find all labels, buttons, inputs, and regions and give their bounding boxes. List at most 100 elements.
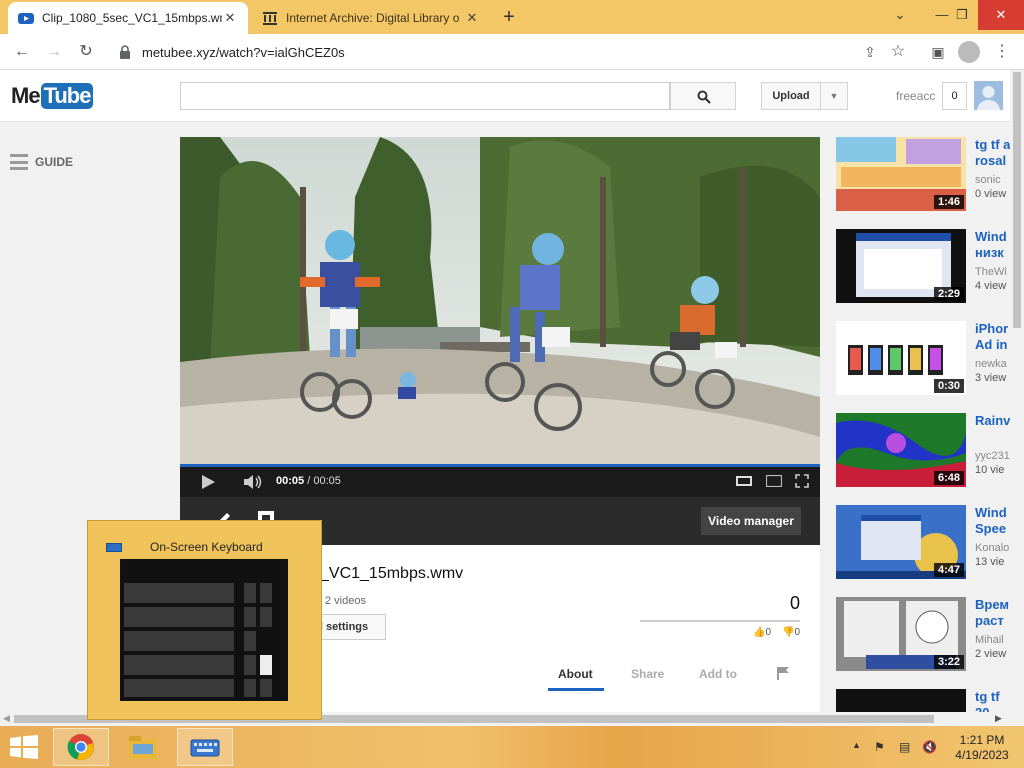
report-flag-icon[interactable]	[776, 666, 790, 680]
reload-icon[interactable]: ↻	[74, 40, 98, 64]
related-video-title[interactable]: tg tf 20	[975, 689, 1010, 712]
video-thumbnail[interactable]	[836, 689, 966, 712]
search-button[interactable]	[670, 82, 736, 110]
related-video-item[interactable]: 6:48 Rainv yyc231 10 vie	[836, 413, 1010, 493]
related-video-item[interactable]: tg tf 20	[836, 689, 1010, 712]
small-player-icon[interactable]	[736, 475, 752, 487]
volume-icon[interactable]	[242, 473, 262, 491]
bookmark-star-icon[interactable]: ☆	[886, 40, 910, 64]
upload-dropdown-chevron-icon[interactable]: ▼	[820, 82, 848, 110]
related-video-title[interactable]: Wind Spee	[975, 505, 1010, 539]
video-manager-button[interactable]: Video manager	[701, 507, 801, 535]
tab-internet-archive[interactable]: Internet Archive: Digital Library o ✕	[252, 2, 490, 34]
close-tab-icon[interactable]: ✕	[464, 10, 480, 26]
video-thumbnail[interactable]: 3:22	[836, 597, 966, 671]
windows-taskbar: ▲ ⚑ ▤ 🔇 1:21 PM 4/19/2023	[0, 726, 1024, 768]
site-header: Me Tube Upload ▼ freeacc 0	[0, 70, 1010, 122]
related-video-views: 0 view	[975, 188, 1007, 200]
upload-button[interactable]: Upload	[761, 82, 821, 110]
related-video-title[interactable]: Rainv	[975, 413, 1010, 447]
video-duration: 3:22	[933, 655, 964, 669]
large-player-icon[interactable]	[766, 475, 782, 487]
search-input[interactable]	[180, 82, 670, 110]
related-video-author[interactable]: newka	[975, 358, 1010, 370]
play-icon[interactable]	[202, 475, 215, 489]
back-arrow-icon[interactable]: ←	[10, 40, 34, 64]
metube-logo[interactable]: Me Tube	[11, 82, 94, 110]
video-thumbnail[interactable]: 4:47	[836, 505, 966, 579]
related-video-author[interactable]: Mihail	[975, 634, 1010, 646]
related-video-views: 13 vie	[975, 556, 1005, 568]
tab-title: Internet Archive: Digital Library o	[286, 11, 460, 25]
show-hidden-icons-chevron-icon[interactable]: ▲	[852, 740, 861, 750]
video-thumbnail[interactable]: 6:48	[836, 413, 966, 487]
username-label[interactable]: freeacc	[896, 89, 935, 103]
action-center-flag-icon[interactable]: ⚑	[874, 740, 885, 754]
video-thumbnail[interactable]: 0:30	[836, 321, 966, 395]
system-clock[interactable]: 1:21 PM 4/19/2023	[950, 733, 1014, 763]
fullscreen-icon[interactable]	[795, 474, 809, 488]
taskbar-chrome-button[interactable]	[53, 728, 109, 766]
related-video-item[interactable]: 0:30 iPhor Ad in newka 3 view	[836, 321, 1010, 401]
network-icon[interactable]: ▤	[899, 740, 910, 754]
guide-menu-button[interactable]: GUIDE	[10, 154, 73, 170]
default-avatar-icon	[977, 86, 1000, 110]
close-tab-icon[interactable]: ✕	[222, 10, 238, 26]
windows-start-icon[interactable]	[10, 735, 38, 759]
volume-muted-icon[interactable]: 🔇	[922, 740, 937, 754]
related-video-author[interactable]: TheWi	[975, 266, 1010, 278]
notification-count[interactable]: 0	[942, 82, 967, 110]
tab-title: Clip_1080_5sec_VC1_15mbps.wm	[42, 11, 222, 25]
tab-share[interactable]: Share	[631, 667, 664, 681]
video-thumbnail[interactable]: 2:29	[836, 229, 966, 303]
share-icon[interactable]: ⇪	[858, 40, 882, 64]
related-video-author[interactable]: sonic	[975, 174, 1010, 186]
profile-avatar-icon[interactable]	[958, 41, 980, 63]
scroll-left-arrow-icon[interactable]: ◀	[3, 713, 10, 724]
taskbar-on-screen-keyboard-button[interactable]	[177, 728, 233, 766]
user-avatar[interactable]	[974, 81, 1003, 110]
side-panel-icon[interactable]: ▣	[926, 40, 950, 64]
restore-button[interactable]: ❐	[944, 0, 980, 30]
url-text: metubee.xyz/watch?v=ialGhCEZ0s	[142, 45, 345, 60]
related-video-item[interactable]: 3:22 Врем раст Mihail 2 view	[836, 597, 1010, 677]
new-tab-button[interactable]: +	[498, 6, 520, 28]
related-video-views: 4 view	[975, 280, 1007, 292]
related-video-author[interactable]: yyc231	[975, 450, 1010, 462]
channel-video-count[interactable]: 2 videos	[325, 595, 366, 607]
dislike-count: 0	[794, 627, 801, 638]
lock-icon	[120, 45, 130, 59]
time-separator: /	[307, 475, 311, 487]
related-video-item[interactable]: 2:29 Wind низк TheWi 4 view	[836, 229, 1010, 309]
related-video-item[interactable]: 4:47 Wind Spee Konalo 13 vie	[836, 505, 1010, 585]
tab-about[interactable]: About	[558, 667, 593, 681]
related-video-author[interactable]: Konalo	[975, 542, 1010, 554]
scroll-right-arrow-icon[interactable]: ▶	[995, 713, 1002, 724]
vertical-scrollbar[interactable]	[1010, 70, 1024, 712]
like-count: 0	[765, 627, 772, 638]
vertical-scroll-thumb[interactable]	[1013, 72, 1021, 328]
related-video-views: 2 view	[975, 648, 1007, 660]
close-window-button[interactable]: ✕	[978, 0, 1024, 30]
related-video-title[interactable]: tg tf a rosal	[975, 137, 1010, 171]
search-icon	[697, 90, 711, 104]
tab-current-video[interactable]: Clip_1080_5sec_VC1_15mbps.wm ✕	[8, 2, 248, 34]
related-video-title[interactable]: Wind низк	[975, 229, 1010, 263]
tab-add-to[interactable]: Add to	[699, 667, 737, 681]
browser-toolbar: ← → ↻ metubee.xyz/watch?v=ialGhCEZ0s ⇪ ☆…	[0, 34, 1024, 70]
video-thumbnail[interactable]: 1:46	[836, 137, 966, 211]
related-video-title[interactable]: iPhor Ad in	[975, 321, 1010, 355]
on-screen-keyboard-preview[interactable]: On-Screen Keyboard	[87, 520, 322, 720]
related-video-title[interactable]: Врем раст	[975, 597, 1010, 631]
address-bar[interactable]: metubee.xyz/watch?v=ialGhCEZ0s	[110, 38, 920, 66]
video-player[interactable]: 00:05 / 00:05	[180, 137, 820, 497]
like-button[interactable]: 👍0	[753, 627, 771, 638]
tab-search-icon[interactable]: ⌄	[882, 0, 918, 30]
related-video-item[interactable]: 1:46 tg tf a rosal sonic 0 view	[836, 137, 1010, 217]
keyboard-icon	[106, 543, 122, 552]
forward-arrow-icon[interactable]: →	[42, 40, 66, 64]
menu-kebab-icon[interactable]: ⋮	[990, 40, 1014, 64]
thumbs-up-icon: 👍	[753, 627, 766, 638]
taskbar-file-explorer-button[interactable]	[115, 728, 171, 766]
dislike-button[interactable]: 👎0	[782, 627, 800, 638]
